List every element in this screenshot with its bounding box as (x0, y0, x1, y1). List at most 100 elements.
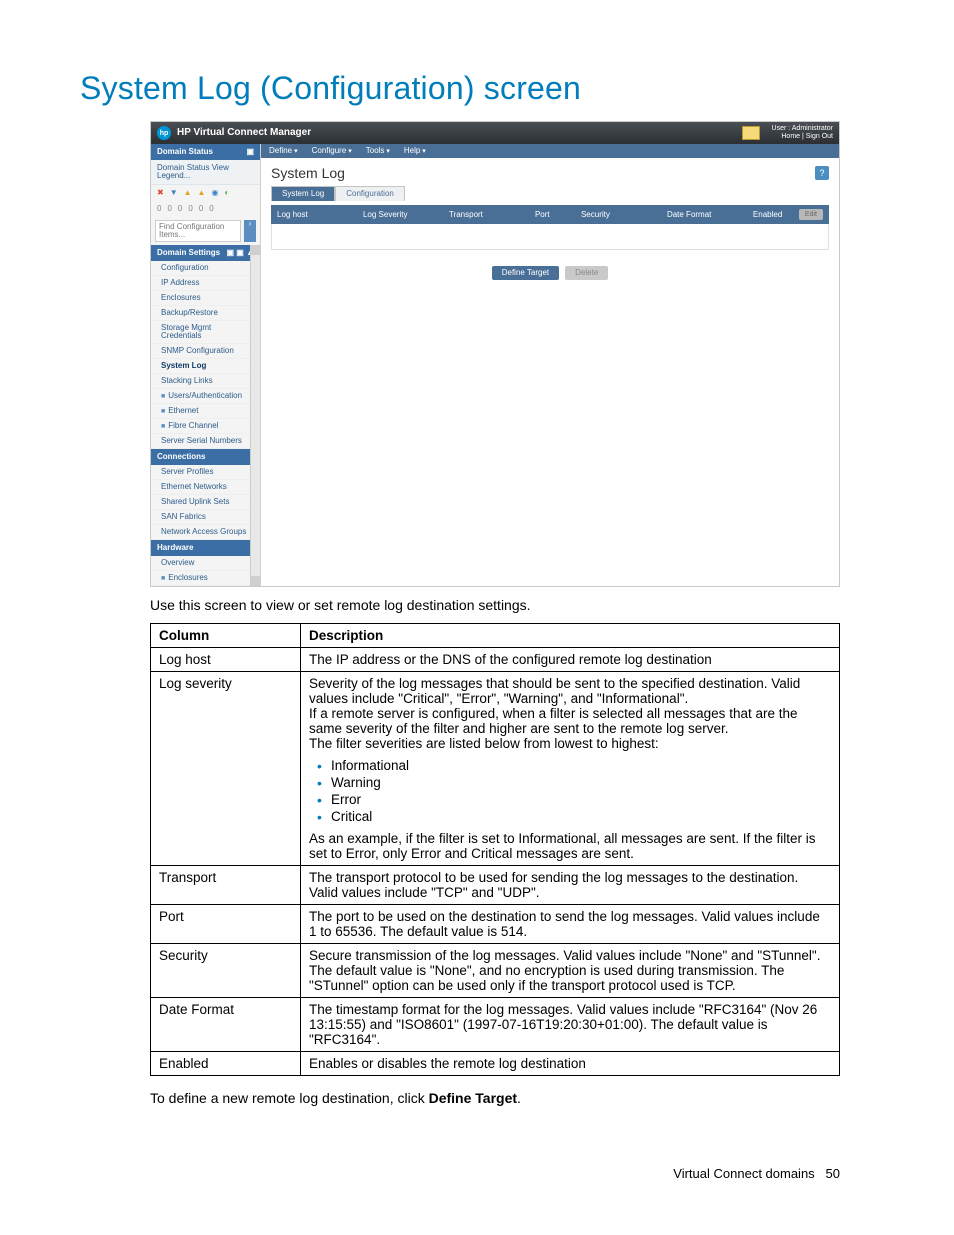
cell-column: Port (151, 905, 301, 944)
sidebar-item-storage-credentials[interactable]: Storage Mgmt Credentials (151, 321, 260, 344)
cell-description: The timestamp format for the log message… (301, 998, 840, 1052)
sidebar-item-configuration[interactable]: Configuration (151, 261, 260, 276)
hp-logo-icon: hp (157, 126, 171, 140)
scroll-down-icon[interactable] (251, 576, 260, 586)
cell-column: Enabled (151, 1052, 301, 1076)
sidebar-item-ip-address[interactable]: IP Address (151, 276, 260, 291)
sidebar-scrollbar[interactable] (250, 245, 260, 586)
intro-text: Use this screen to view or set remote lo… (150, 597, 840, 613)
sidebar-item-server-profiles[interactable]: Server Profiles (151, 465, 260, 480)
titlebar-user: User : Administrator Home | Sign Out (766, 125, 833, 142)
sidebar-domain-status-header[interactable]: Domain Status ▣ (151, 144, 260, 160)
define-pre: To define a new remote log destination, … (150, 1090, 429, 1106)
menubar: Define Configure Tools Help (261, 144, 839, 158)
sidebar-filter: Find Configuration Items... › (151, 217, 260, 245)
cell-description: Enables or disables the remote log desti… (301, 1052, 840, 1076)
sidebar-item-san-fabrics[interactable]: SAN Fabrics (151, 510, 260, 525)
status-critical-icon[interactable]: ✖ (157, 189, 164, 197)
col-transport[interactable]: Transport (449, 211, 529, 219)
user-links[interactable]: Home | Sign Out (772, 133, 833, 141)
status-ok-icon[interactable]: ◐ (224, 189, 229, 197)
sidebar-item-overview[interactable]: Overview (151, 556, 260, 571)
severity-outro: As an example, if the filter is set to I… (309, 831, 831, 861)
list-item: Informational (331, 757, 831, 774)
sidebar-item-snmp[interactable]: SNMP Configuration (151, 344, 260, 359)
tab-configuration[interactable]: Configuration (335, 186, 405, 201)
status-warning-icon[interactable]: ▲ (184, 189, 192, 197)
sidebar-connections-label: Connections (157, 453, 205, 461)
scroll-up-icon[interactable] (251, 245, 260, 255)
header-column: Column (151, 624, 301, 648)
sidebar-hardware-label: Hardware (157, 544, 193, 552)
grid-header: Log host Log Severity Transport Port Sec… (271, 205, 829, 224)
collapse-icon[interactable]: ▣ (246, 148, 254, 156)
col-log-severity[interactable]: Log Severity (363, 211, 443, 219)
sidebar-item-network-access[interactable]: Network Access Groups (151, 525, 260, 540)
sidebar-item-ethernet-networks[interactable]: Ethernet Networks (151, 480, 260, 495)
delete-button[interactable]: Delete (565, 266, 608, 280)
status-info-icon[interactable]: ▼ (170, 189, 178, 197)
status-minor-icon[interactable]: ▲ (198, 189, 206, 197)
footer-text: Virtual Connect domains (673, 1166, 814, 1181)
header-description: Description (301, 624, 840, 648)
col-enabled[interactable]: Enabled (753, 211, 793, 219)
table-row: Security Secure transmission of the log … (151, 944, 840, 998)
col-port[interactable]: Port (535, 211, 575, 219)
menu-tools[interactable]: Tools (366, 147, 390, 155)
sidebar-item-enclosures[interactable]: Enclosures (151, 291, 260, 306)
cell-column: Security (151, 944, 301, 998)
pane-title: System Log (271, 166, 345, 180)
sidebar-domain-settings-label: Domain Settings (157, 249, 220, 257)
status-refresh-icon[interactable]: ◉ (211, 189, 218, 197)
page-footer: Virtual Connect domains 50 (80, 1166, 840, 1181)
sidebar-item-server-serial[interactable]: Server Serial Numbers (151, 434, 260, 449)
sidebar-domain-status-label: Domain Status (157, 148, 213, 156)
cell-column: Log severity (151, 672, 301, 866)
sidebar-status-icons: ✖ ▼ ▲ ▲ ◉ ◐ (151, 185, 260, 201)
tabs: System Log Configuration (271, 186, 829, 201)
filter-input[interactable]: Find Configuration Items... (155, 220, 241, 242)
count: 0 (157, 205, 161, 213)
severity-intro: Severity of the log messages that should… (309, 676, 831, 751)
table-row: Log host The IP address or the DNS of th… (151, 648, 840, 672)
sidebar-domain-status-sub[interactable]: Domain Status View Legend... (151, 160, 260, 185)
cell-description: Severity of the log messages that should… (301, 672, 840, 866)
user-label: User : Administrator (772, 125, 833, 133)
edit-button[interactable]: Edit (799, 209, 823, 220)
sidebar-item-system-log[interactable]: System Log (151, 359, 260, 374)
sidebar-item-shared-uplink[interactable]: Shared Uplink Sets (151, 495, 260, 510)
menu-configure[interactable]: Configure (312, 147, 352, 155)
count: 0 (199, 205, 203, 213)
table-row: Transport The transport protocol to be u… (151, 866, 840, 905)
col-date-format[interactable]: Date Format (667, 211, 747, 219)
sidebar-connections-header[interactable]: Connections (151, 449, 260, 465)
sidebar-item-hw-enclosures[interactable]: Enclosures (151, 571, 260, 586)
home-icon[interactable] (742, 126, 760, 140)
sidebar-item-backup-restore[interactable]: Backup/Restore (151, 306, 260, 321)
define-target-button[interactable]: Define Target (492, 266, 559, 280)
sidebar: Domain Status ▣ Domain Status View Legen… (151, 144, 261, 586)
menu-define[interactable]: Define (269, 147, 298, 155)
menu-help[interactable]: Help (404, 147, 426, 155)
cell-column: Date Format (151, 998, 301, 1052)
sidebar-hardware-header[interactable]: Hardware (151, 540, 260, 556)
sidebar-item-users-auth[interactable]: Users/Authentication (151, 389, 260, 404)
main-pane: Define Configure Tools Help System Log ?… (261, 144, 839, 586)
app-screenshot: hp HP Virtual Connect Manager User : Adm… (150, 121, 840, 587)
sidebar-status-counts: 0 0 0 0 0 0 (151, 201, 260, 217)
sidebar-item-fibre-channel[interactable]: Fibre Channel (151, 419, 260, 434)
col-security[interactable]: Security (581, 211, 661, 219)
help-icon[interactable]: ? (815, 166, 829, 180)
sidebar-item-ethernet[interactable]: Ethernet (151, 404, 260, 419)
grid-body (271, 224, 829, 250)
sidebar-item-stacking-links[interactable]: Stacking Links (151, 374, 260, 389)
list-item: Warning (331, 774, 831, 791)
define-post: . (517, 1090, 521, 1106)
description-table: Column Description Log host The IP addre… (150, 623, 840, 1076)
footer-page: 50 (826, 1166, 840, 1181)
tab-system-log[interactable]: System Log (271, 186, 335, 201)
list-item: Error (331, 791, 831, 808)
col-log-host[interactable]: Log host (277, 211, 357, 219)
sidebar-domain-settings-header[interactable]: Domain Settings ▣ ▣ ▲ (151, 245, 260, 261)
filter-go-icon[interactable]: › (244, 220, 256, 242)
